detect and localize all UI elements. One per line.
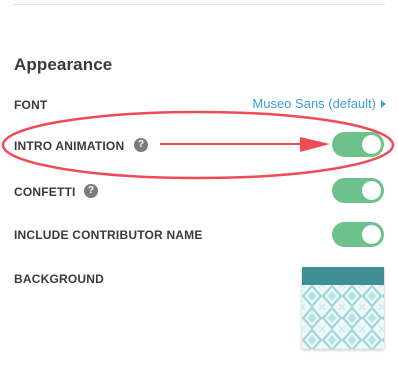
font-label: FONT bbox=[14, 98, 48, 112]
question-circle-icon[interactable]: ? bbox=[134, 138, 148, 152]
top-divider bbox=[13, 4, 385, 5]
intro-animation-label: INTRO ANIMATION bbox=[14, 139, 125, 153]
font-value: Museo Sans (default) bbox=[252, 96, 376, 111]
font-select-link[interactable]: Museo Sans (default) bbox=[252, 96, 386, 111]
include-contributor-name-label: INCLUDE CONTRIBUTOR NAME bbox=[14, 228, 203, 242]
question-circle-icon[interactable]: ? bbox=[84, 184, 98, 198]
include-contributor-name-toggle[interactable] bbox=[332, 222, 384, 247]
confetti-toggle[interactable] bbox=[332, 178, 384, 203]
toggle-knob bbox=[362, 225, 381, 244]
swatch-header bbox=[302, 267, 384, 285]
background-label: BACKGROUND bbox=[14, 272, 104, 286]
intro-animation-row: INTRO ANIMATION ? bbox=[0, 132, 398, 158]
ikat-pattern-image bbox=[302, 285, 384, 349]
toggle-knob bbox=[362, 135, 381, 154]
confetti-label: CONFETTI bbox=[14, 185, 76, 199]
appearance-settings-panel: Appearance FONT Museo Sans (default) INT… bbox=[0, 0, 398, 369]
include-contributor-name-row: INCLUDE CONTRIBUTOR NAME bbox=[0, 222, 398, 248]
caret-right-icon bbox=[381, 99, 386, 108]
section-title: Appearance bbox=[14, 55, 113, 74]
intro-animation-toggle[interactable] bbox=[332, 132, 384, 157]
font-row: FONT Museo Sans (default) bbox=[0, 96, 398, 114]
toggle-knob bbox=[362, 181, 381, 200]
background-swatch[interactable] bbox=[302, 267, 384, 349]
confetti-row: CONFETTI ? bbox=[0, 178, 398, 204]
